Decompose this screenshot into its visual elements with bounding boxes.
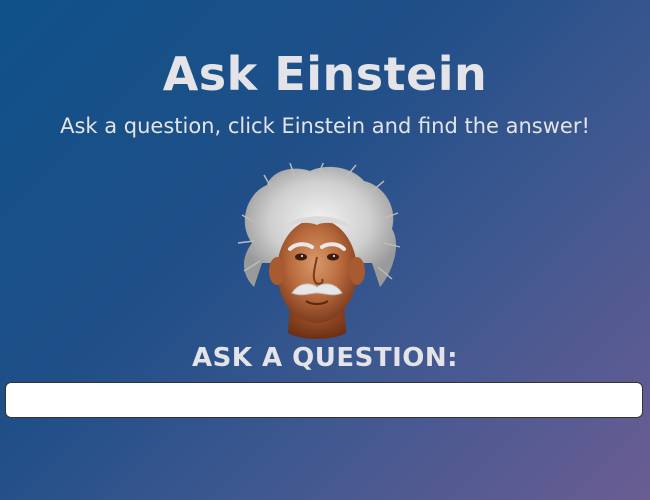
einstein-portrait-icon[interactable] xyxy=(232,160,402,341)
question-label: ASK A QUESTION: xyxy=(191,343,459,373)
question-input[interactable] xyxy=(5,382,643,418)
ask-einstein-page: Ask Einstein Ask a question, click Einst… xyxy=(0,0,650,500)
page-subtitle: Ask a question, click Einstein and find … xyxy=(60,114,590,138)
page-title: Ask Einstein xyxy=(162,47,488,101)
